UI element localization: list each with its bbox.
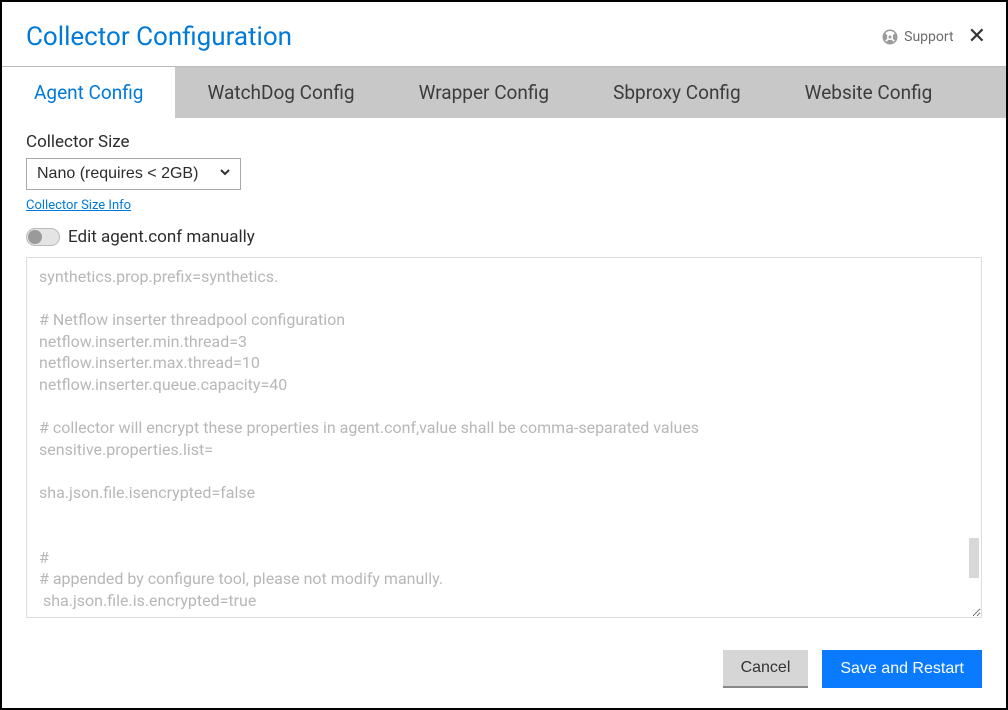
tab-agent-config[interactable]: Agent Config [2, 67, 175, 118]
edit-manual-label: Edit agent.conf manually [68, 227, 255, 247]
support-label: Support [904, 29, 953, 45]
tab-watchdog-config[interactable]: WatchDog Config [175, 67, 386, 118]
toggle-knob [28, 230, 42, 244]
tab-website-config[interactable]: Website Config [773, 67, 965, 118]
collector-size-info-link[interactable]: Collector Size Info [26, 198, 982, 213]
close-button[interactable]: ✕ [968, 26, 986, 48]
tab-wrapper-config[interactable]: Wrapper Config [387, 67, 582, 118]
collector-size-select[interactable]: Nano (requires < 2GB) [26, 158, 241, 190]
page-title: Collector Configuration [26, 22, 292, 52]
save-restart-button[interactable]: Save and Restart [822, 650, 982, 688]
close-icon: ✕ [968, 24, 986, 49]
tabs-bar: Agent Config WatchDog Config Wrapper Con… [2, 66, 1006, 118]
edit-manual-toggle[interactable] [26, 228, 60, 246]
agent-conf-textarea[interactable]: synthetics.prop.prefix=synthetics. # Net… [26, 257, 982, 618]
collector-size-label: Collector Size [26, 132, 982, 152]
cancel-button[interactable]: Cancel [723, 650, 809, 688]
support-link[interactable]: Support [881, 28, 953, 46]
tab-sbproxy-config[interactable]: Sbproxy Config [581, 67, 773, 118]
support-icon [881, 28, 899, 46]
